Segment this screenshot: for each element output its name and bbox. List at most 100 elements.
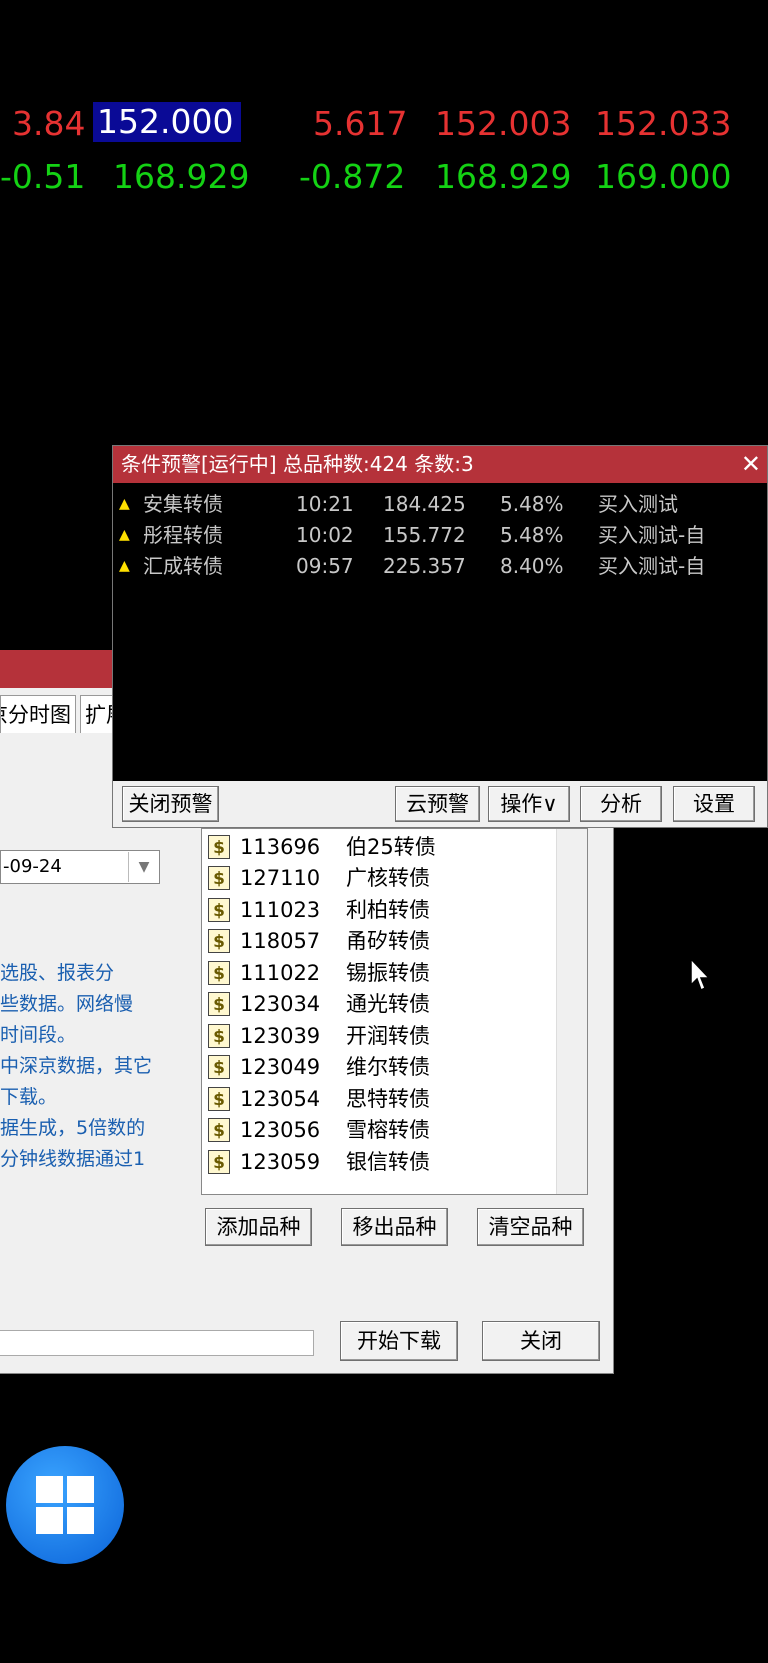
tab-extended[interactable]: 扩展 [80,695,116,733]
description-line: 下载。 [0,1086,58,1108]
description-line: 时间段。 [0,1024,77,1046]
alert-time: 10:21 [296,492,354,516]
alert-change-pct: 5.48% [500,523,564,547]
alert-price: 225.357 [383,554,466,578]
alert-signal: 买入测试-自 [598,554,706,578]
clear-instruments-button[interactable]: 清空品种 [477,1208,584,1246]
list-item[interactable]: $123039 开润转债 [202,1021,552,1052]
alert-row[interactable]: ▲ 彤程转债 10:02 155.772 5.48% 买入测试-自 [113,520,753,550]
list-item[interactable]: $123049 维尔转债 [202,1052,552,1083]
windows-logo-tile [36,1507,63,1534]
quote-change-pct: 5.617 [313,104,408,143]
description-line: 分钟线数据通过1 [0,1148,146,1170]
item-code: 118057 [240,929,321,953]
dollar-icon: $ [208,1055,230,1079]
item-name: 思特转债 [346,1087,430,1111]
item-name: 广核转债 [346,866,430,890]
quote-change: -0.51 [0,157,86,196]
dollar-icon: $ [208,1087,230,1111]
list-item[interactable]: $123034 通光转债 [202,989,552,1020]
cloud-alert-button[interactable]: 云预警 [395,786,480,822]
dollar-icon: $ [208,835,230,859]
item-code: 123049 [240,1055,321,1079]
analyze-button[interactable]: 分析 [580,786,662,822]
close-icon[interactable]: ✕ [741,446,761,483]
dollar-icon: $ [208,1024,230,1048]
quote-price: 168.929 [113,157,250,196]
close-alert-button[interactable]: 关闭预警 [122,786,219,822]
operations-button[interactable]: 操作∨ [488,786,570,822]
item-code: 123054 [240,1087,321,1111]
windows-logo-tile [67,1476,94,1503]
alert-price: 155.772 [383,523,466,547]
settings-button[interactable]: 设置 [673,786,755,822]
windows-logo-tile [67,1507,94,1534]
item-name: 锡振转债 [346,961,430,985]
list-item[interactable]: $118057 甬矽转债 [202,926,552,957]
item-code: 127110 [240,866,321,890]
dollar-icon: $ [208,961,230,985]
item-code: 123039 [240,1024,321,1048]
mouse-cursor-icon [690,958,711,992]
item-code: 123034 [240,992,321,1016]
list-item[interactable]: $123054 思特转债 [202,1084,552,1115]
alert-change-pct: 5.48% [500,492,564,516]
item-name: 通光转债 [346,992,430,1016]
alert-row[interactable]: ▲ 安集转债 10:21 184.425 5.48% 买入测试 [113,489,753,519]
item-name: 雪榕转债 [346,1118,430,1142]
remove-instrument-button[interactable]: 移出品种 [341,1208,448,1246]
item-name: 维尔转债 [346,1055,430,1079]
alert-time: 09:57 [296,554,354,578]
download-description: 选股、报表分 些数据。网络慢 时间段。 中深京数据，其它 下载。 据生成，5倍数… [0,958,190,1175]
list-item[interactable]: $123059 银信转债 [202,1147,552,1178]
dollar-icon: $ [208,992,230,1016]
alert-time: 10:02 [296,523,354,547]
quote-change-pct: -0.872 [299,157,406,196]
alert-price: 184.425 [383,492,466,516]
item-code: 111023 [240,898,321,922]
list-item[interactable]: $111022 锡振转债 [202,958,552,989]
list-scrollbar[interactable] [556,829,587,1194]
item-name: 开润转债 [346,1024,430,1048]
quote-change: 3.84 [12,104,86,143]
alert-title: 条件预警[运行中] 总品种数:424 条数:3 [121,452,474,476]
quote-bid: 152.003 [435,104,572,143]
start-download-button[interactable]: 开始下载 [340,1321,458,1361]
item-name: 甬矽转债 [346,929,430,953]
alert-name: 彤程转债 [143,523,223,547]
description-line: 选股、报表分 [0,962,115,984]
list-item[interactable]: $127110 广核转债 [202,863,552,894]
item-code: 123056 [240,1118,321,1142]
quote-price-selected[interactable]: 152.000 [93,102,241,142]
dollar-icon: $ [208,929,230,953]
list-item[interactable]: $113696 伯25转债 [202,832,552,863]
add-instrument-button[interactable]: 添加品种 [205,1208,312,1246]
list-item[interactable]: $111023 利柏转债 [202,895,552,926]
item-name: 伯25转债 [346,835,436,859]
alert-button-bar: 关闭预警 云预警 操作∨ 分析 设置 [113,781,767,827]
tab-minute-chart[interactable]: 京分时图 [0,695,76,733]
dollar-icon: $ [208,1118,230,1142]
up-arrow-icon: ▲ [119,527,130,543]
alert-name: 汇成转债 [143,554,223,578]
item-code: 113696 [240,835,321,859]
close-button[interactable]: 关闭 [482,1321,600,1361]
date-picker[interactable]: -09-24 ▼ [0,850,160,884]
windows-logo-icon [36,1476,63,1503]
item-name: 银信转债 [346,1150,430,1174]
alert-signal: 买入测试 [598,492,678,516]
item-code: 111022 [240,961,321,985]
chevron-down-icon[interactable]: ▼ [128,852,159,882]
dollar-icon: $ [208,866,230,890]
download-progress-bar [0,1330,314,1356]
alert-name: 安集转债 [143,492,223,516]
dollar-icon: $ [208,1150,230,1174]
alert-title-bar[interactable]: 条件预警[运行中] 总品种数:424 条数:3 ✕ [113,446,767,483]
up-arrow-icon: ▲ [119,496,130,512]
alert-row[interactable]: ▲ 汇成转债 09:57 225.357 8.40% 买入测试-自 [113,551,753,581]
windows-start-button[interactable] [6,1446,124,1564]
item-code: 123059 [240,1150,321,1174]
quote-ask: 152.033 [595,104,732,143]
instrument-list[interactable]: $113696 伯25转债 $127110 广核转债 $111023 利柏转债 $11… [201,828,588,1195]
list-item[interactable]: $123056 雪榕转债 [202,1115,552,1146]
